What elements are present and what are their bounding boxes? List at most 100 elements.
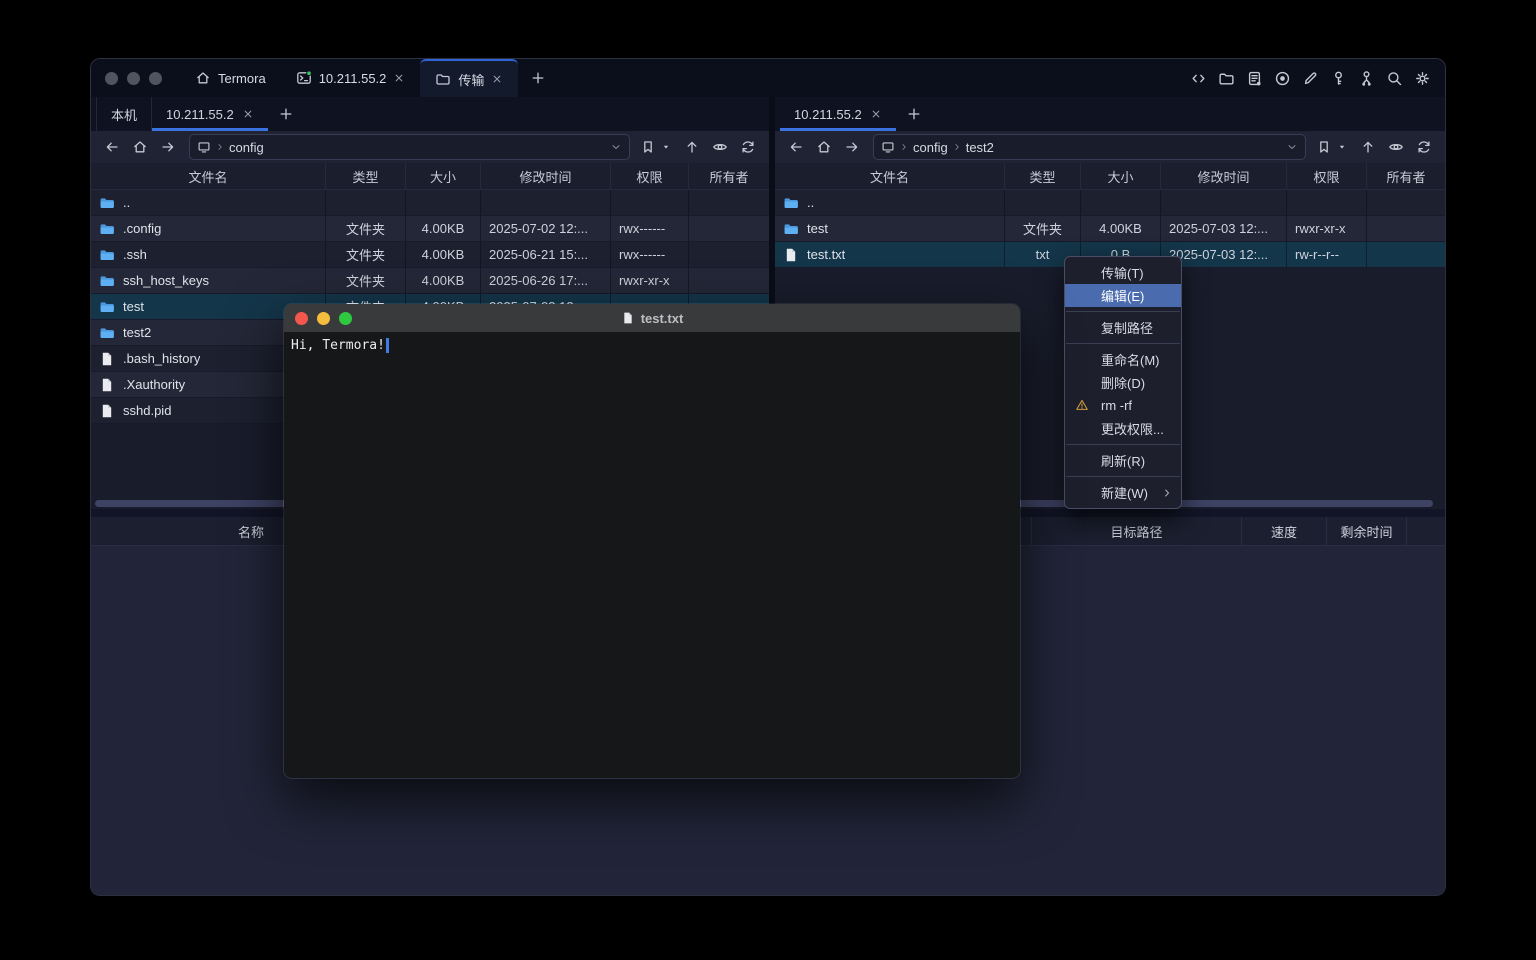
record-icon[interactable]: [1274, 70, 1291, 87]
menu-item-label: 新建(W): [1101, 483, 1148, 502]
file-name-cell: ..: [775, 190, 1005, 215]
menu-item-transfer[interactable]: 传输(T): [1065, 261, 1181, 284]
tab-remote-host[interactable]: 10.211.55.2: [780, 97, 896, 131]
column-header-speed[interactable]: 速度: [1241, 517, 1326, 545]
search-icon[interactable]: [1386, 70, 1403, 87]
tab-transfer[interactable]: 传输: [420, 59, 518, 97]
file-name: ..: [807, 195, 814, 210]
folder-icon: [435, 71, 451, 87]
key-icon[interactable]: [1330, 70, 1347, 87]
column-header-type[interactable]: 类型: [1005, 163, 1081, 189]
chevron-down-icon[interactable]: [1286, 141, 1298, 153]
code-icon[interactable]: [1190, 70, 1207, 87]
menu-item-copy-path[interactable]: 复制路径: [1065, 316, 1181, 339]
table-row[interactable]: .ssh文件夹4.00KB2025-06-21 15:...rwx------: [91, 242, 769, 268]
left-panel-tabbar: 本机 10.211.55.2: [91, 97, 769, 131]
bookmark-button[interactable]: [1314, 135, 1334, 159]
column-header-owner[interactable]: 所有者: [1367, 163, 1445, 189]
home-button[interactable]: [811, 135, 837, 159]
column-header-filename[interactable]: 文件名: [91, 163, 326, 189]
close-icon[interactable]: [242, 108, 254, 120]
tab-local-machine[interactable]: 本机: [96, 97, 152, 131]
close-icon[interactable]: [393, 72, 405, 84]
close-icon[interactable]: [870, 108, 882, 120]
tab-termora-home[interactable]: Termora: [180, 59, 281, 97]
keychain-icon[interactable]: [1358, 70, 1375, 87]
file-type-cell: 文件夹: [326, 242, 406, 267]
file-size-cell: 4.00KB: [406, 216, 481, 241]
bookmark-menu-button[interactable]: [1335, 135, 1349, 159]
bookmark-menu-button[interactable]: [659, 135, 673, 159]
up-directory-button[interactable]: [1355, 135, 1381, 159]
column-header-mtime[interactable]: 修改时间: [1161, 163, 1287, 189]
folder-icon[interactable]: [1218, 70, 1235, 87]
zoom-window-button[interactable]: [149, 72, 162, 85]
column-header-target-path[interactable]: 目标路径: [1031, 517, 1241, 545]
edit-icon[interactable]: [1302, 70, 1319, 87]
close-icon[interactable]: [491, 73, 503, 85]
breadcrumb[interactable]: config: [229, 140, 264, 155]
menu-item-rm-rf[interactable]: rm -rf: [1065, 394, 1181, 417]
file-name: sshd.pid: [123, 403, 171, 418]
show-hidden-button[interactable]: [1383, 135, 1409, 159]
column-header-mtime[interactable]: 修改时间: [481, 163, 611, 189]
up-directory-button[interactable]: [679, 135, 705, 159]
log-icon[interactable]: [1246, 70, 1263, 87]
chevron-right-icon: [899, 142, 909, 152]
bookmark-button[interactable]: [638, 135, 658, 159]
menu-item-rename[interactable]: 重命名(M): [1065, 348, 1181, 371]
column-header-filename[interactable]: 文件名: [775, 163, 1005, 189]
path-field[interactable]: config test2: [873, 134, 1306, 160]
menu-item-refresh[interactable]: 刷新(R): [1065, 449, 1181, 472]
menu-item-new[interactable]: 新建(W): [1065, 481, 1181, 504]
settings-icon[interactable]: [1414, 70, 1431, 87]
computer-icon: [881, 140, 895, 154]
menu-item-edit[interactable]: 编辑(E): [1065, 284, 1181, 307]
bookmark-icon: [640, 139, 656, 155]
menu-item-delete[interactable]: 删除(D): [1065, 371, 1181, 394]
chevron-down-icon[interactable]: [610, 141, 622, 153]
minimize-window-button[interactable]: [127, 72, 140, 85]
table-row[interactable]: ..: [775, 190, 1445, 216]
add-panel-tab-button[interactable]: [896, 97, 932, 131]
refresh-button[interactable]: [735, 135, 761, 159]
breadcrumb[interactable]: config: [913, 140, 948, 155]
column-header-owner[interactable]: 所有者: [689, 163, 769, 189]
text-cursor: [386, 338, 389, 353]
forward-button[interactable]: [155, 135, 181, 159]
column-header-perm[interactable]: 权限: [611, 163, 689, 189]
show-hidden-button[interactable]: [707, 135, 733, 159]
editor-titlebar[interactable]: test.txt: [284, 304, 1020, 332]
file-name: test: [123, 299, 144, 314]
column-header-remaining-time[interactable]: 剩余时间: [1326, 517, 1406, 545]
tab-ssh-session[interactable]: 10.211.55.2: [281, 59, 421, 97]
back-button[interactable]: [99, 135, 125, 159]
table-row[interactable]: ssh_host_keys文件夹4.00KB2025-06-26 17:...r…: [91, 268, 769, 294]
close-window-button[interactable]: [105, 72, 118, 85]
file-mtime-cell: [481, 190, 611, 215]
table-row[interactable]: test文件夹4.00KB2025-07-03 12:...rwxr-xr-x: [775, 216, 1445, 242]
column-header-perm[interactable]: 权限: [1287, 163, 1367, 189]
file-name: .bash_history: [123, 351, 200, 366]
file-mtime-cell: 2025-07-03 12:...: [1161, 216, 1287, 241]
file-type-cell: 文件夹: [326, 216, 406, 241]
table-row[interactable]: ..: [91, 190, 769, 216]
add-panel-tab-button[interactable]: [268, 97, 304, 131]
refresh-button[interactable]: [1411, 135, 1437, 159]
editor-content[interactable]: Hi, Termora!: [284, 332, 1020, 778]
table-row[interactable]: .config文件夹4.00KB2025-07-02 12:...rwx----…: [91, 216, 769, 242]
breadcrumb[interactable]: test2: [966, 140, 994, 155]
column-header-size[interactable]: 大小: [1081, 163, 1161, 189]
document-icon: [621, 311, 635, 325]
menu-item-chmod[interactable]: 更改权限...: [1065, 417, 1181, 440]
editor-title-text: test.txt: [641, 311, 684, 326]
home-icon: [816, 139, 832, 155]
home-button[interactable]: [127, 135, 153, 159]
new-tab-button[interactable]: [518, 59, 558, 97]
path-field[interactable]: config: [189, 134, 630, 160]
column-header-type[interactable]: 类型: [326, 163, 406, 189]
tab-remote-host[interactable]: 10.211.55.2: [152, 97, 268, 131]
column-header-size[interactable]: 大小: [406, 163, 481, 189]
back-button[interactable]: [783, 135, 809, 159]
forward-button[interactable]: [839, 135, 865, 159]
